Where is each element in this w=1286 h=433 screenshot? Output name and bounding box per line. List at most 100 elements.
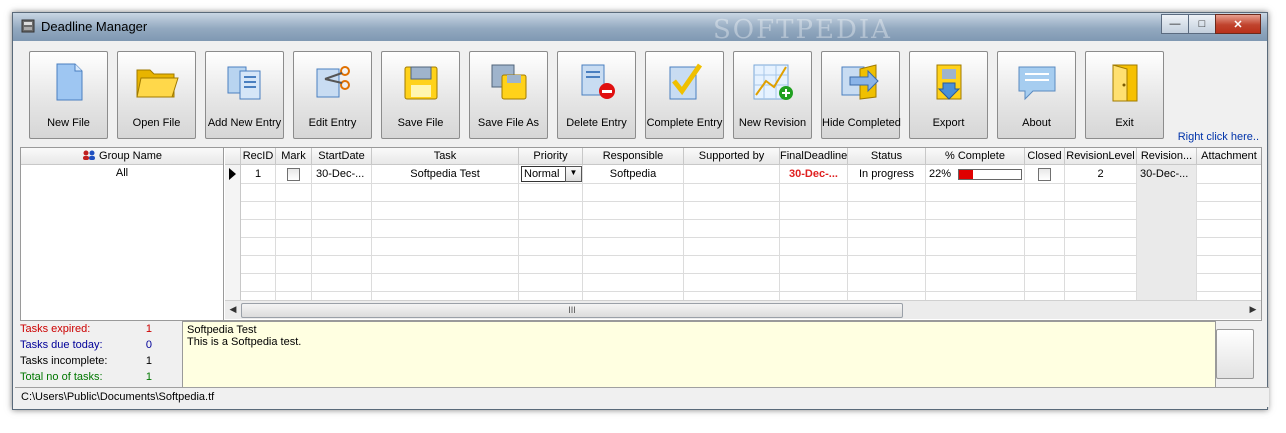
users-group-icon (82, 150, 95, 160)
row-indicator[interactable] (225, 201, 241, 220)
toolbar: New File Open File Add New Entry Edit En… (15, 43, 1265, 147)
complete-entry-icon (669, 63, 702, 100)
about-icon (1018, 66, 1055, 101)
complete-entry-button[interactable]: Complete Entry (645, 51, 724, 139)
scroll-thumb[interactable]: III (241, 303, 903, 318)
col-revision-level[interactable]: RevisionLevel (1065, 148, 1137, 165)
grid-line (1064, 165, 1065, 300)
col-responsible[interactable]: Responsible (583, 148, 684, 165)
grid-line (683, 165, 684, 300)
save-icon (404, 66, 437, 100)
cell-startdate[interactable]: 30-Dec-... (312, 165, 371, 183)
grid-line (925, 165, 926, 300)
col-mark[interactable]: Mark (276, 148, 312, 165)
col-closed[interactable]: Closed (1025, 148, 1065, 165)
add-new-entry-button[interactable]: Add New Entry (205, 51, 284, 139)
row-indicator[interactable] (225, 273, 241, 292)
edit-entry-button[interactable]: Edit Entry (293, 51, 372, 139)
save-file-label: Save File (397, 117, 444, 129)
row-indicator[interactable] (225, 237, 241, 256)
mark-checkbox[interactable] (287, 167, 300, 181)
delete-entry-label: Delete Entry (566, 117, 627, 129)
new-file-label: New File (47, 117, 90, 129)
export-icon (936, 64, 961, 100)
delete-entry-icon (581, 64, 615, 99)
col-task[interactable]: Task (372, 148, 519, 165)
col-status[interactable]: Status (848, 148, 926, 165)
cell-mark[interactable] (276, 165, 311, 183)
maximize-button[interactable]: □ (1188, 14, 1216, 34)
progress-fill (959, 170, 973, 179)
grid-line (241, 291, 1261, 292)
scroll-right-button[interactable]: ▶ (1246, 302, 1260, 317)
edit-entry-icon (316, 66, 350, 98)
stat-label: Tasks due today: (20, 339, 103, 351)
cell-percent-complete[interactable]: 22% (926, 165, 1024, 183)
title-bar[interactable]: Deadline Manager SOFTPEDIA — □ ✕ (13, 13, 1267, 45)
row-indicator[interactable] (225, 183, 241, 202)
col-startdate[interactable]: StartDate (312, 148, 372, 165)
col-percent-complete[interactable]: % Complete (926, 148, 1025, 165)
delete-entry-button[interactable]: Delete Entry (557, 51, 636, 139)
cell-status[interactable]: In progress (848, 165, 925, 183)
cell-responsible[interactable]: Softpedia (583, 165, 683, 183)
exit-button[interactable]: Exit (1085, 51, 1164, 139)
close-button[interactable]: ✕ (1215, 14, 1261, 34)
priority-dropdown-button[interactable]: ▼ (565, 166, 582, 182)
group-item-all[interactable]: All (21, 165, 223, 181)
cell-task[interactable]: Softpedia Test (372, 165, 518, 183)
col-recid[interactable]: RecID (241, 148, 276, 165)
group-panel: Group Name All (21, 148, 224, 320)
new-revision-label: New Revision (738, 117, 807, 129)
new-file-icon (56, 63, 82, 101)
chevron-down-icon: ▼ (569, 168, 578, 177)
description-side-button[interactable] (1216, 329, 1254, 379)
hide-completed-button[interactable]: Hide Completed (821, 51, 901, 139)
new-file-button[interactable]: New File (29, 51, 108, 139)
row-indicator[interactable] (225, 255, 241, 274)
row-indicator[interactable] (225, 219, 241, 238)
current-row-indicator[interactable] (225, 165, 241, 184)
closed-checkbox[interactable] (1038, 167, 1051, 181)
priority-select[interactable]: Normal (521, 166, 569, 182)
hide-completed-label: Hide Completed (822, 117, 901, 129)
new-revision-button[interactable]: New Revision (733, 51, 812, 139)
right-click-hint[interactable]: Right click here.. (1178, 131, 1259, 143)
horizontal-scrollbar[interactable]: ◀ III ▶ (225, 300, 1261, 319)
maximize-icon: □ (1198, 18, 1206, 30)
about-button[interactable]: About (997, 51, 1076, 139)
scroll-left-button[interactable]: ◀ (226, 302, 240, 317)
cell-closed[interactable] (1025, 165, 1064, 183)
stat-tasks-expired: Tasks expired: 1 (20, 321, 180, 337)
percent-complete-text: 22% (929, 168, 952, 180)
task-description-panel[interactable]: Softpedia Test This is a Softpedia test. (182, 321, 1216, 389)
open-folder-icon (135, 69, 179, 98)
cell-priority[interactable]: Normal ▼ (519, 165, 582, 183)
softpedia-watermark: SOFTPEDIA (713, 15, 892, 45)
col-revision[interactable]: Revision... (1137, 148, 1197, 165)
col-priority[interactable]: Priority (519, 148, 583, 165)
group-name-label: Group Name (99, 150, 163, 162)
minimize-button[interactable]: — (1161, 14, 1189, 34)
cell-revision-level[interactable]: 2 (1065, 165, 1136, 183)
save-file-as-button[interactable]: Save File As (469, 51, 548, 139)
col-final-deadline[interactable]: FinalDeadline (780, 148, 848, 165)
grid-line (241, 219, 1261, 220)
cell-final-deadline[interactable]: 30-Dec-... (780, 165, 847, 183)
col-attachment[interactable]: Attachment (1197, 148, 1261, 165)
grid-line (518, 165, 519, 300)
group-name-header[interactable]: Group Name (21, 148, 223, 165)
stat-label: Tasks expired: (20, 323, 91, 335)
cell-attachment[interactable] (1197, 165, 1261, 183)
cell-recid[interactable]: 1 (241, 165, 275, 183)
open-file-button[interactable]: Open File (117, 51, 196, 139)
export-button[interactable]: Export (909, 51, 988, 139)
task-statistics: Tasks expired: 1 Tasks due today: 0 Tasks … (20, 321, 180, 391)
cell-supported-by[interactable] (684, 165, 779, 183)
arrow-right-icon: ▶ (1249, 304, 1257, 314)
col-supported-by[interactable]: Supported by (684, 148, 780, 165)
cell-revision[interactable]: 30-Dec-... (1137, 165, 1196, 183)
complete-entry-label: Complete Entry (646, 117, 723, 129)
grid-line (371, 165, 372, 300)
save-file-button[interactable]: Save File (381, 51, 460, 139)
